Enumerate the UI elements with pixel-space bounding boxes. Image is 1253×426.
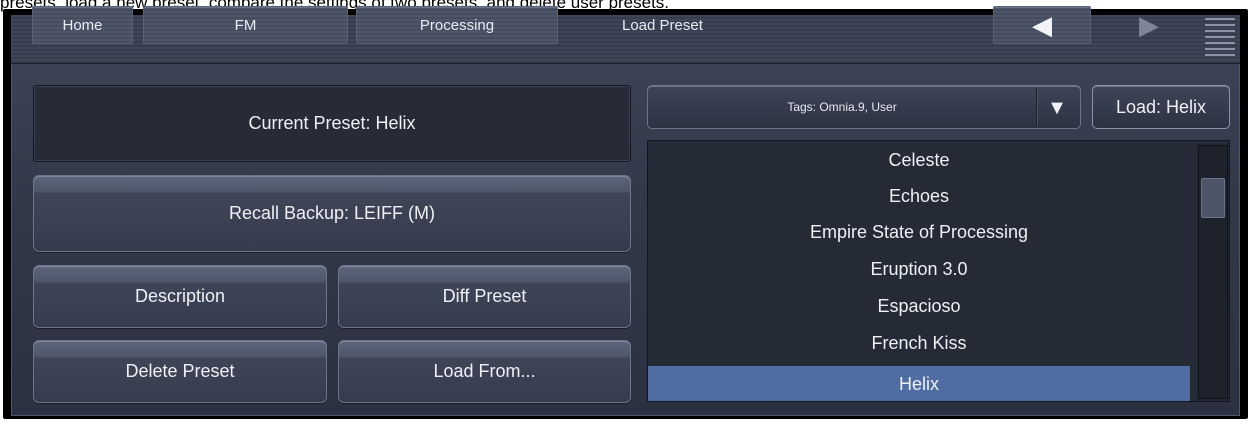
chevron-down-icon[interactable]: ▼ xyxy=(1042,98,1072,118)
scrollbar-thumb[interactable] xyxy=(1201,178,1225,218)
dropdown-divider xyxy=(1036,88,1037,126)
list-item-selected[interactable]: Helix xyxy=(648,366,1190,401)
delete-preset-button[interactable]: Delete Preset xyxy=(33,340,327,403)
recall-backup-button[interactable]: Recall Backup: LEIFF (M) xyxy=(33,175,631,252)
preset-list: Celeste Echoes Empire State of Processin… xyxy=(647,140,1230,402)
menu-icon[interactable] xyxy=(1205,18,1235,62)
list-item[interactable]: Empire State of Processing xyxy=(648,214,1190,250)
description-button[interactable]: Description xyxy=(33,265,327,328)
list-item[interactable]: Celeste xyxy=(648,142,1190,178)
tab-home[interactable]: Home xyxy=(32,6,133,44)
tags-dropdown[interactable]: Tags: Omnia.9, User ▼ xyxy=(647,85,1081,129)
list-item[interactable]: French Kiss xyxy=(648,325,1190,361)
forward-arrow-icon[interactable]: ▶ xyxy=(1100,6,1198,44)
diff-preset-button[interactable]: Diff Preset xyxy=(338,265,631,328)
current-preset-display: Current Preset: Helix xyxy=(33,85,631,162)
list-item[interactable]: Eruption 3.0 xyxy=(648,251,1190,287)
tags-value: Tags: Omnia.9, User xyxy=(787,100,897,114)
list-item[interactable]: Espacioso xyxy=(648,288,1190,324)
current-page-label: Load Preset xyxy=(622,16,703,34)
list-item[interactable]: Echoes xyxy=(648,178,1190,214)
load-from-button[interactable]: Load From... xyxy=(338,340,631,403)
tab-processing[interactable]: Processing xyxy=(356,6,558,44)
load-preset-button[interactable]: Load: Helix xyxy=(1092,85,1230,129)
scrollbar-track[interactable] xyxy=(1198,145,1228,399)
tab-fm[interactable]: FM xyxy=(143,6,348,44)
back-arrow-icon[interactable]: ◀ xyxy=(993,6,1091,44)
